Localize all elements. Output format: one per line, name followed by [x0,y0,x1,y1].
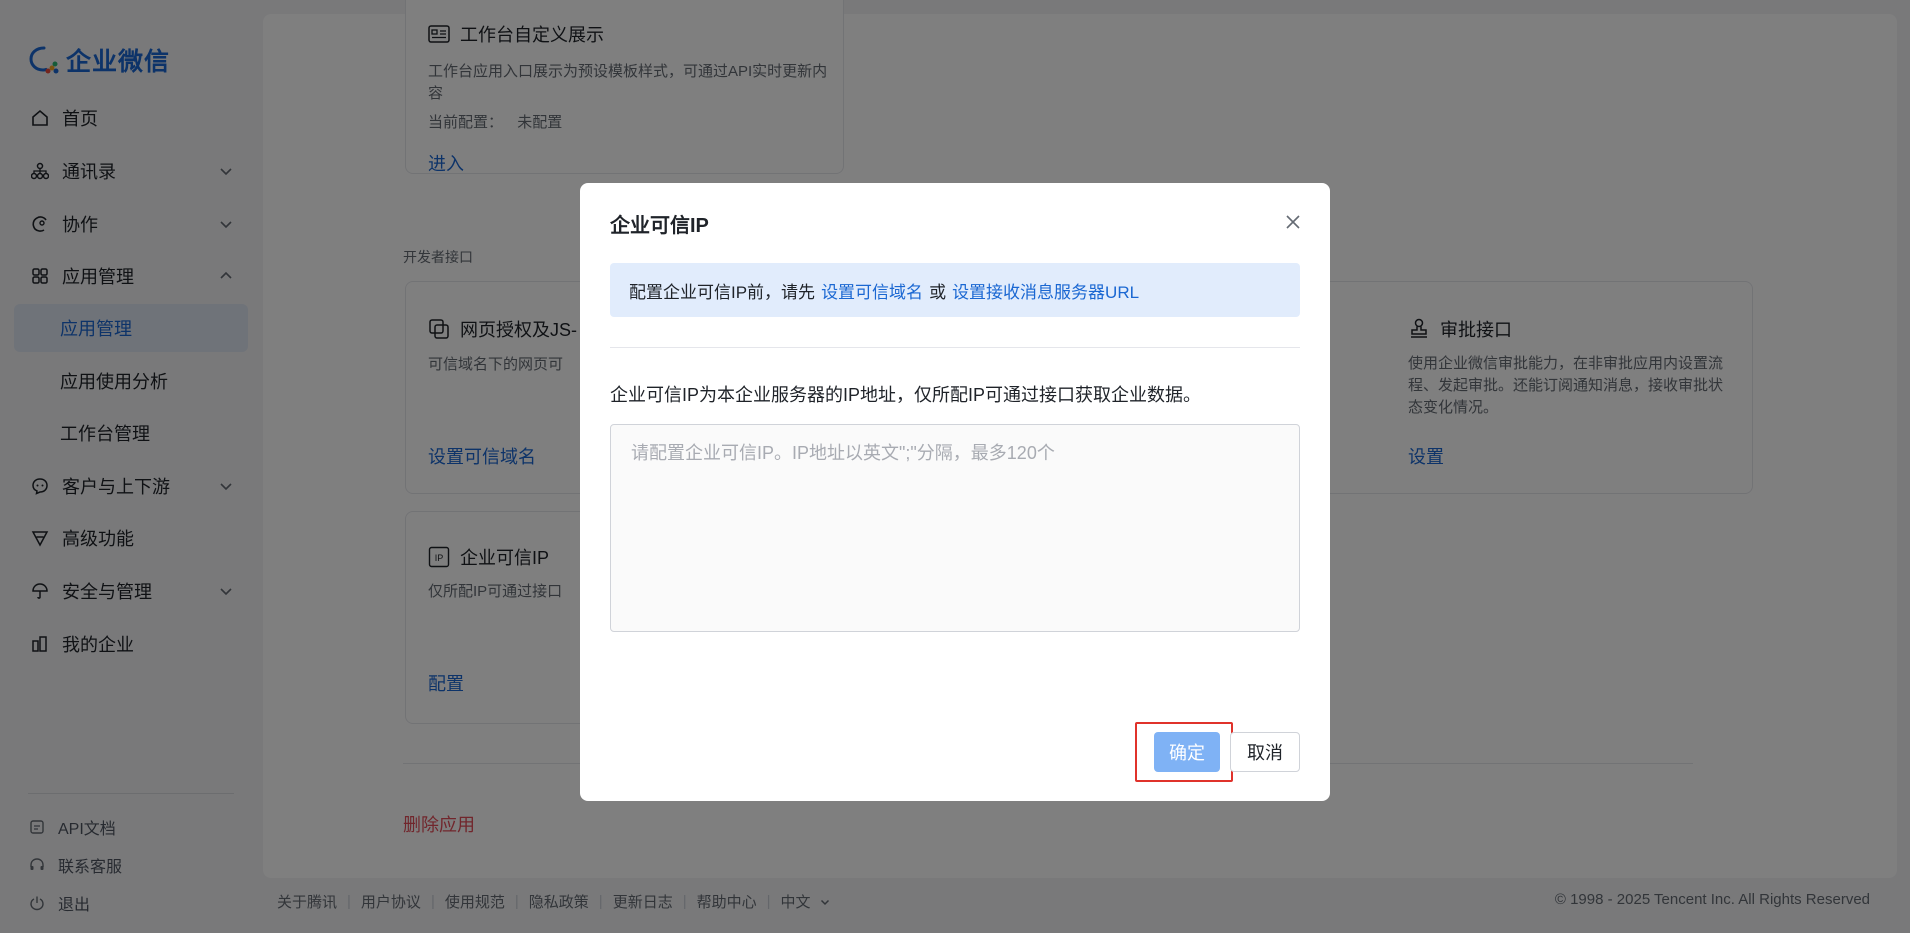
notice-prefix: 配置企业可信IP前，请先 [629,282,816,302]
dialog-title: 企业可信IP [610,215,709,237]
dialog-description: 企业可信IP为本企业服务器的IP地址，仅所配IP可通过接口获取企业数据。 [610,385,1202,405]
trusted-ip-dialog: 企业可信IP 配置企业可信IP前，请先 设置可信域名 或 设置接收消息服务器UR… [580,183,1330,801]
notice-or: 或 [929,282,947,302]
notice-link-message-server[interactable]: 设置接收消息服务器URL [952,278,1139,303]
dialog-divider [610,347,1300,348]
trusted-ip-textarea[interactable] [610,424,1300,632]
dialog-notice: 配置企业可信IP前，请先 设置可信域名 或 设置接收消息服务器URL [610,263,1300,317]
notice-link-trusted-domain[interactable]: 设置可信域名 [821,278,923,303]
close-icon[interactable] [1284,213,1302,231]
cancel-button[interactable]: 取消 [1230,732,1300,772]
confirm-button[interactable]: 确定 [1154,732,1220,772]
